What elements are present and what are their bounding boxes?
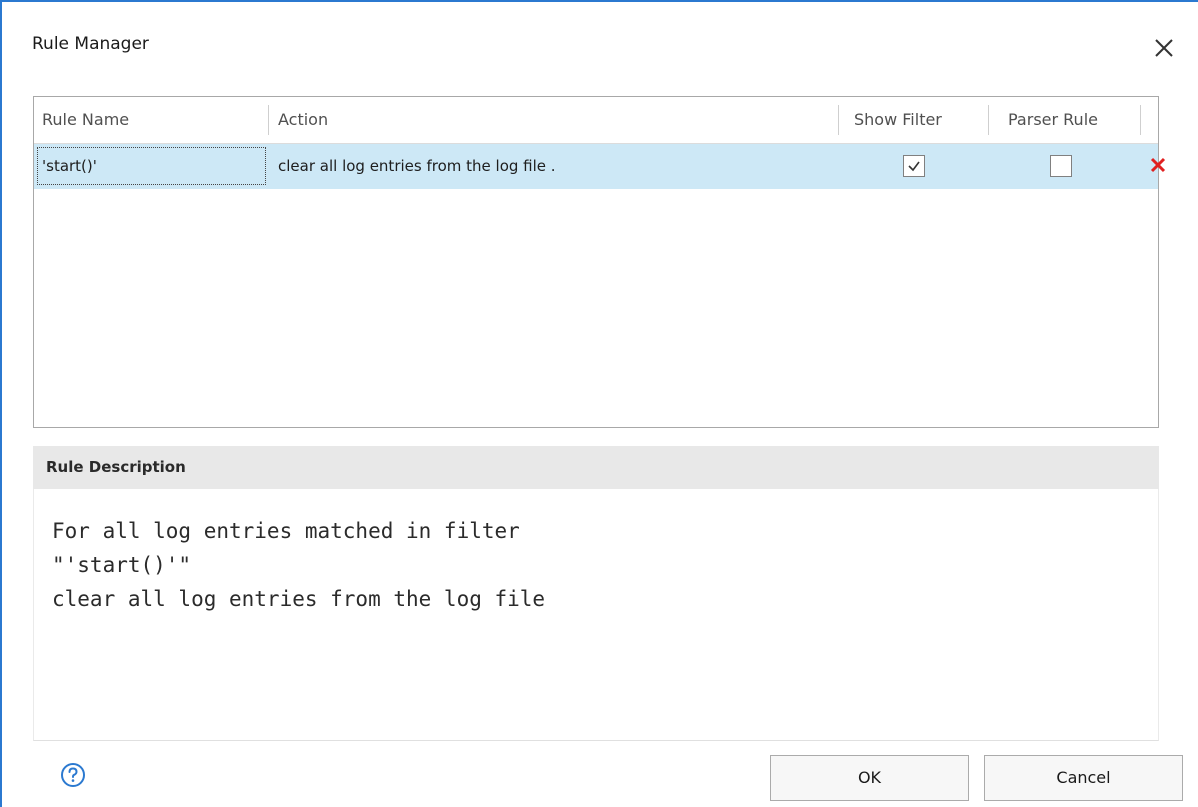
parser-rule-checkbox[interactable] [1050,155,1072,177]
rules-grid: Rule Name Action Show Filter Parser Rule… [33,96,1166,428]
ok-button[interactable]: OK [770,755,969,801]
table-row[interactable]: 'start()' clear all log entries from the… [34,144,1158,189]
column-separator[interactable] [838,105,839,135]
action-cell[interactable]: clear all log entries from the log file … [278,144,556,189]
checkmark-icon [908,161,920,172]
description-line: clear all log entries from the log file [52,587,546,611]
rule-description-body: For all log entries matched in filter "'… [33,489,1159,741]
column-header-rule-name[interactable]: Rule Name [34,97,268,143]
description-line: For all log entries matched in filter [52,519,520,543]
delete-rule-icon[interactable] [1148,155,1168,179]
close-icon[interactable] [1150,34,1178,62]
rule-description-header: Rule Description [33,446,1159,489]
column-header-show-filter[interactable]: Show Filter [840,97,988,143]
help-icon[interactable] [60,762,86,792]
column-separator[interactable] [1140,105,1141,135]
show-filter-checkbox[interactable] [903,155,925,177]
grid-header: Rule Name Action Show Filter Parser Rule [34,97,1158,144]
description-line: "'start()'" [52,553,192,577]
cancel-button[interactable]: Cancel [984,755,1183,801]
dialog-title: Rule Manager [32,34,149,54]
column-header-parser-rule[interactable]: Parser Rule [990,97,1140,143]
column-separator[interactable] [268,105,269,135]
rule-name-cell[interactable]: 'start()' [42,144,97,189]
column-header-action[interactable]: Action [270,97,838,143]
column-separator[interactable] [988,105,989,135]
